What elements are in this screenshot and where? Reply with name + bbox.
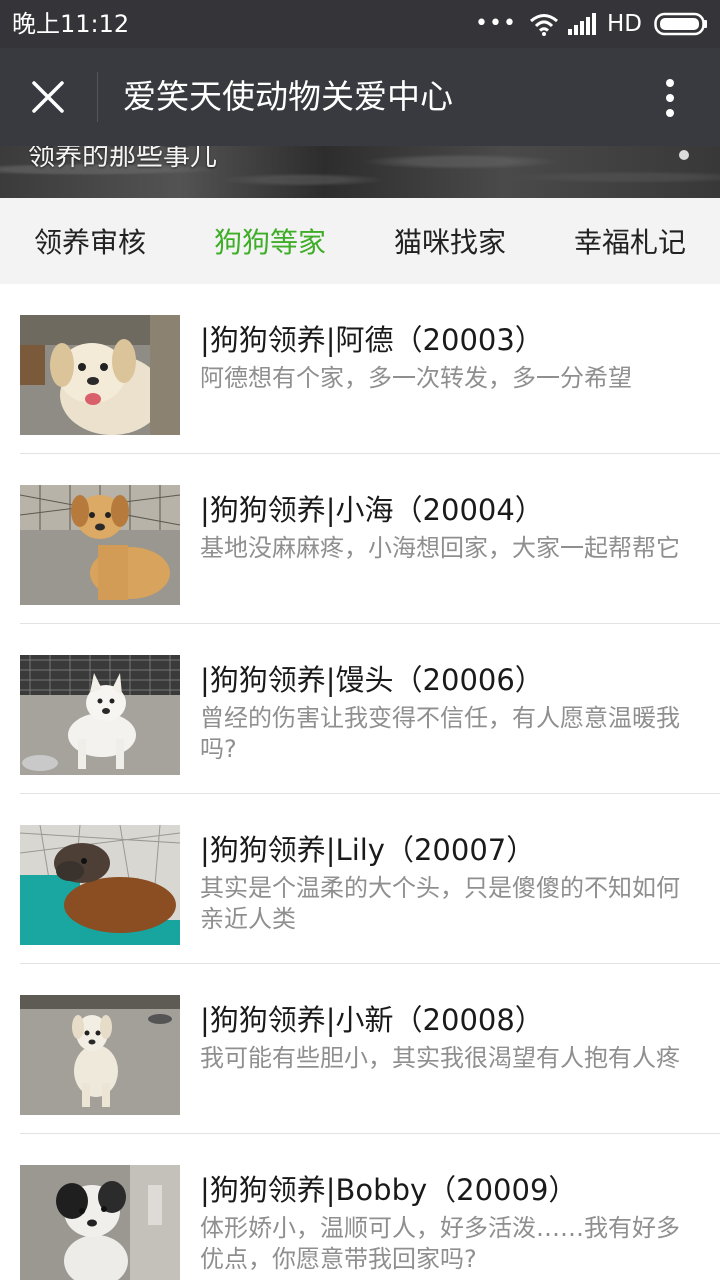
tab-happy-notes[interactable]: 幸福札记 [540, 198, 720, 284]
article-description: 阿德想有个家，多一次转发，多一分希望 [200, 364, 632, 392]
more-vertical-icon [666, 79, 674, 117]
page-title: 爱笑天使动物关爱中心 [123, 77, 453, 116]
close-button[interactable] [18, 67, 78, 127]
more-button[interactable] [642, 70, 698, 126]
signal-icon [567, 13, 596, 35]
list-item[interactable]: |狗狗领养|小海（20004） 基地没麻麻疼，小海想回家，大家一起帮帮它 [0, 454, 720, 624]
article-description: 体形娇小，温顺可人，好多活泼……我有好多优点，你愿意带我回家吗? [200, 1214, 680, 1273]
list-item[interactable]: |狗狗领养|Bobby（20009） 体形娇小，温顺可人，好多活泼……我有好多优… [0, 1134, 720, 1280]
tab-bar: 领养审核 狗狗等家 猫咪找家 幸福札记 [0, 198, 720, 284]
list-item[interactable]: |狗狗领养|阿德（20003） 阿德想有个家，多一次转发，多一分希望 [0, 284, 720, 454]
article-title: |狗狗领养|Lily（20007） [200, 833, 536, 867]
tab-adoption-review[interactable]: 领养审核 [0, 198, 180, 284]
article-title: |狗狗领养|小海（20004） [200, 493, 544, 527]
banner[interactable]: 领养的那些事儿 [0, 146, 720, 198]
article-title: |狗狗领养|阿德（20003） [200, 323, 544, 357]
small-white-dog-photo [20, 995, 180, 1115]
article-title: |狗狗领养|小新（20008） [200, 1003, 544, 1037]
list-item[interactable]: |狗狗领养|馒头（20006） 曾经的伤害让我变得不信任，有人愿意温暖我吗? [0, 624, 720, 794]
brown-dog-lying-photo [20, 825, 180, 945]
close-icon [32, 81, 64, 113]
article-title: |狗狗领养|馒头（20006） [200, 663, 544, 697]
status-icons: ••• HD [475, 10, 708, 38]
banner-caption: 领养的那些事儿 [28, 146, 217, 172]
list-item[interactable]: |狗狗领养|Lily（20007） 其实是个温柔的大个头，只是傻傻的不知如何亲近… [0, 794, 720, 964]
article-description: 其实是个温柔的大个头，只是傻傻的不知如何亲近人类 [200, 874, 680, 933]
nav-bar: 爱笑天使动物关爱中心 [0, 48, 720, 146]
article-list: |狗狗领养|阿德（20003） 阿德想有个家，多一次转发，多一分希望 |狗狗领养… [0, 284, 720, 1280]
list-item[interactable]: |狗狗领养|小新（20008） 我可能有些胆小，其实我很渴望有人抱有人疼 [0, 964, 720, 1134]
article-description: 基地没麻麻疼，小海想回家，大家一起帮帮它 [200, 534, 680, 562]
notification-dots: ••• [475, 11, 517, 36]
tab-cats-finding-home[interactable]: 猫咪找家 [360, 198, 540, 284]
tab-dogs-waiting[interactable]: 狗狗等家 [180, 198, 360, 284]
article-description: 我可能有些胆小，其实我很渴望有人抱有人疼 [200, 1044, 680, 1072]
tan-puppy-photo [20, 485, 180, 605]
wifi-icon [530, 14, 558, 36]
nav-divider [97, 72, 98, 122]
article-title: |狗狗领养|Bobby（20009） [200, 1173, 578, 1207]
article-description: 曾经的伤害让我变得不信任，有人愿意温暖我吗? [200, 704, 680, 763]
network-type: HD [606, 11, 642, 37]
cream-fluffy-dog-photo [20, 315, 180, 435]
status-bar: 晚上11:12 ••• HD [0, 0, 720, 48]
battery-icon [654, 12, 707, 36]
black-white-dog-photo [20, 1165, 180, 1280]
banner-page-indicator [679, 150, 689, 160]
status-time: 晚上11:12 [12, 10, 130, 38]
white-dog-photo [20, 655, 180, 775]
